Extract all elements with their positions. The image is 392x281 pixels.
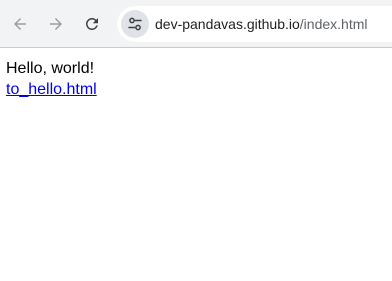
reload-button[interactable]	[77, 9, 107, 39]
site-info-button[interactable]	[121, 10, 149, 38]
url-host: dev-pandavas.github.io	[155, 16, 300, 32]
back-button[interactable]	[5, 9, 35, 39]
forward-button[interactable]	[41, 9, 71, 39]
browser-toolbar: dev-pandavas.github.io/index.html	[0, 0, 392, 48]
address-bar[interactable]: dev-pandavas.github.io/index.html	[117, 6, 392, 42]
reload-icon	[85, 17, 98, 30]
arrow-forward-icon	[50, 18, 62, 30]
url-path: /index.html	[299, 16, 368, 32]
tune-icon	[128, 17, 142, 31]
url-text[interactable]: dev-pandavas.github.io/index.html	[155, 6, 367, 42]
page-content: Hello, world! to_hello.html	[6, 58, 97, 100]
arrow-back-icon	[14, 18, 26, 30]
greeting-text: Hello, world!	[6, 60, 95, 77]
hello-page-link[interactable]: to_hello.html	[6, 81, 97, 98]
